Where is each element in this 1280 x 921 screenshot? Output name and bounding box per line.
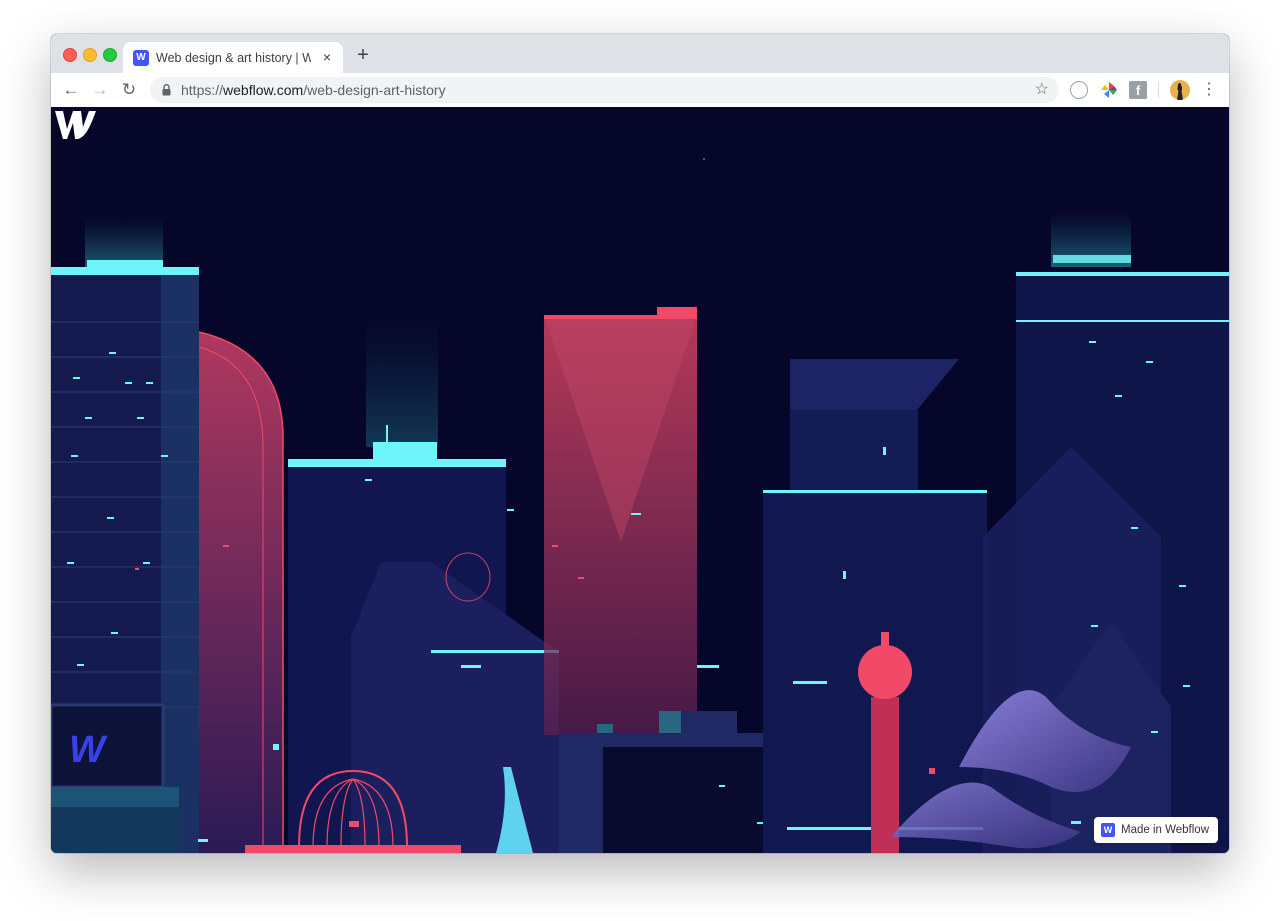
made-in-webflow-label: Made in Webflow: [1121, 824, 1209, 836]
lock-icon: [162, 84, 171, 96]
bookmark-star-icon[interactable]: ☆: [1035, 81, 1049, 99]
avatar-silhouette-icon: [1177, 83, 1183, 100]
forward-button[interactable]: →: [90, 80, 110, 100]
minimize-window-button[interactable]: [83, 48, 97, 62]
webflow-favicon-icon: W: [133, 50, 149, 66]
new-tab-button[interactable]: +: [353, 45, 373, 66]
url-scheme: https://: [181, 82, 224, 98]
webflow-logo-icon[interactable]: [51, 107, 97, 143]
tab-webflow-art-history[interactable]: W Web design & art history | Webflow ×: [123, 42, 343, 73]
profile-avatar[interactable]: [1170, 80, 1190, 100]
facebook-icon[interactable]: f: [1129, 81, 1147, 99]
globe-icon[interactable]: [1070, 81, 1088, 99]
svg-text:W: W: [69, 729, 108, 771]
browser-toolbar: ← → ↻ https://webflow.com/web-design-art…: [51, 73, 1229, 108]
webflow-badge-icon: W: [1101, 823, 1115, 837]
reload-button[interactable]: ↻: [119, 80, 139, 100]
address-bar[interactable]: https://webflow.com/web-design-art-histo…: [150, 77, 1059, 103]
browser-window: W Web design & art history | Webflow × +…: [51, 34, 1229, 853]
cityscape-illustration: W: [51, 158, 1229, 853]
tab-close-icon[interactable]: ×: [319, 49, 335, 65]
back-button[interactable]: ←: [61, 80, 81, 100]
browser-menu-icon[interactable]: ⋮: [1201, 80, 1217, 100]
url-path: /web-design-art-history: [303, 82, 446, 98]
color-pinwheel-icon[interactable]: [1100, 81, 1118, 99]
tab-strip: W Web design & art history | Webflow × +: [51, 34, 1229, 73]
close-window-button[interactable]: [63, 48, 77, 62]
url-text: https://webflow.com/web-design-art-histo…: [181, 82, 446, 98]
toolbar-divider: [1158, 82, 1159, 98]
tab-title: Web design & art history | Webflow: [156, 51, 311, 65]
url-host: webflow.com: [223, 82, 304, 98]
hero-cityscape: W W Made in Webflow: [51, 107, 1229, 853]
maximize-window-button[interactable]: [103, 48, 117, 62]
made-in-webflow-badge[interactable]: W Made in Webflow: [1094, 817, 1218, 843]
